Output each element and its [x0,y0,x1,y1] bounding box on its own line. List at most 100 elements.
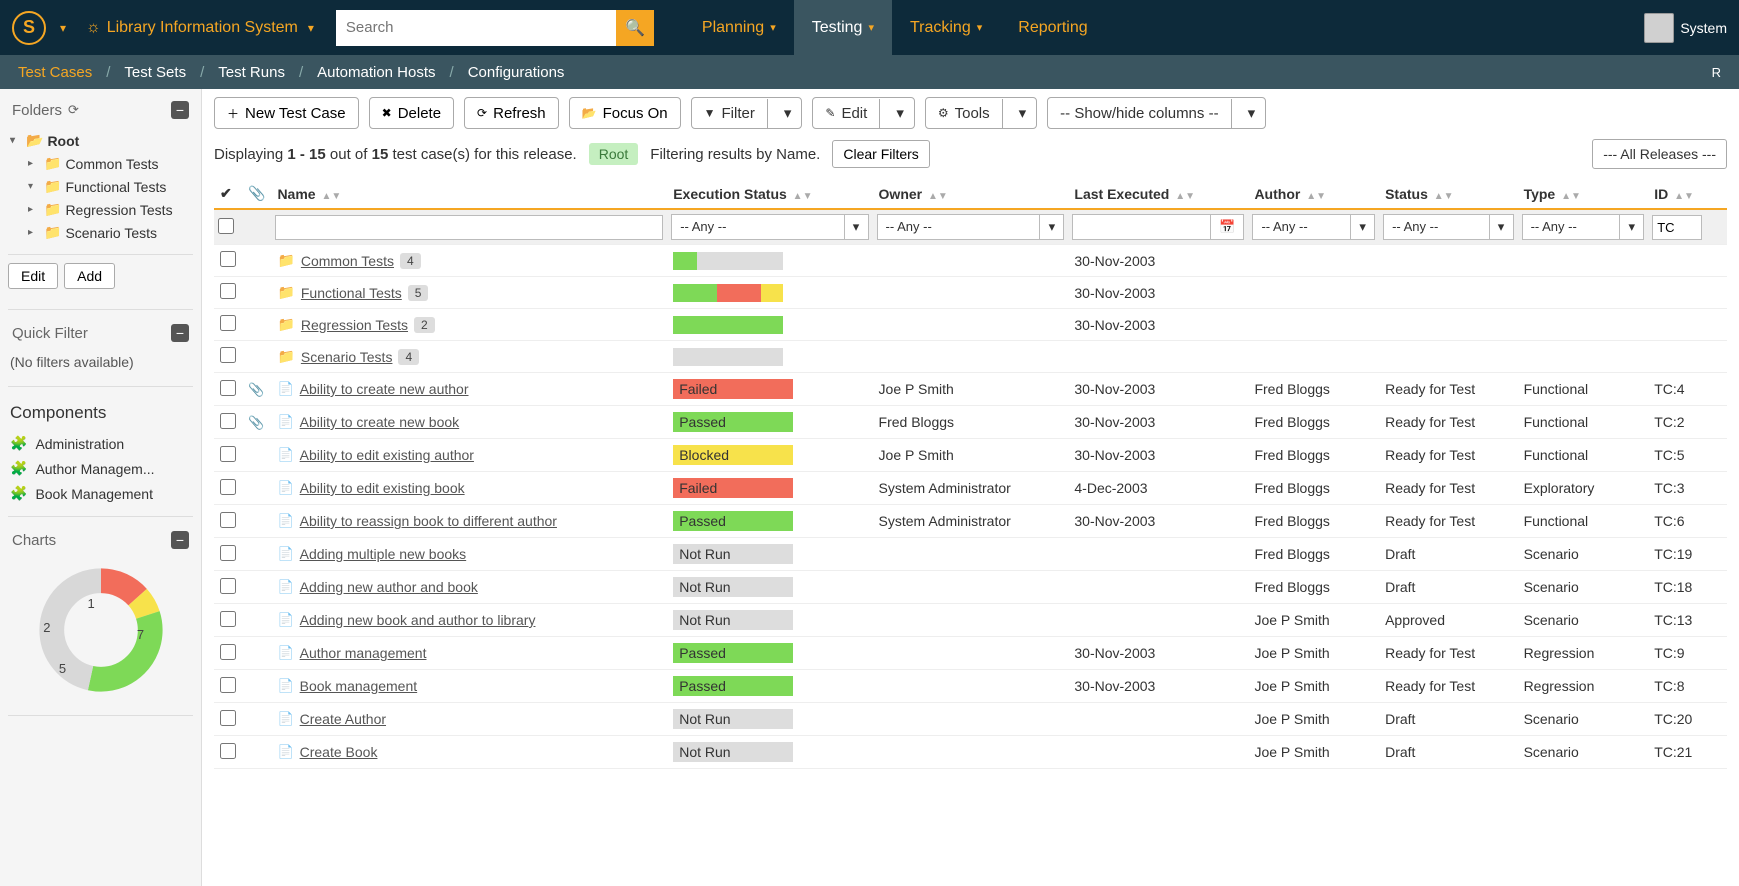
tree-item[interactable]: ▸📁Scenario Tests [10,221,191,244]
row-checkbox[interactable] [220,710,236,726]
owner-filter[interactable]: -- Any --▾ [877,214,1065,240]
tree-root[interactable]: ▾ 📂 Root [10,129,191,152]
nav-reporting[interactable]: Reporting [1000,0,1105,55]
row-name-link[interactable]: Functional Tests [301,285,402,301]
row-name-link[interactable]: Adding new author and book [300,579,478,595]
row-name-link[interactable]: Ability to create new book [300,414,460,430]
row-checkbox[interactable] [220,315,236,331]
subnav-test-runs[interactable]: Test Runs [218,64,285,81]
row-name-link[interactable]: Adding new book and author to library [300,612,536,628]
last-exec-filter[interactable]: 📅 [1072,214,1244,240]
tree-item[interactable]: ▸📁Regression Tests [10,198,191,221]
col-name[interactable]: Name ▲▼ [271,179,667,209]
table-row[interactable]: 📄Adding multiple new booksNot RunFred Bl… [214,538,1727,571]
chevron-down-icon[interactable]: ▾ [1009,98,1037,128]
row-name-link[interactable]: Ability to reassign book to different au… [300,513,557,529]
row-name-link[interactable]: Ability to edit existing author [300,447,474,463]
nav-planning[interactable]: Planning ▾ [684,0,794,55]
table-row[interactable]: 📁Regression Tests 230-Nov-2003 [214,309,1727,341]
table-row[interactable]: 📄Book managementPassed30-Nov-2003Joe P S… [214,670,1727,703]
search-button[interactable]: 🔍 [616,10,654,46]
refresh-button[interactable]: ⟳Refresh [464,97,559,129]
col-status[interactable]: Status ▲▼ [1379,179,1517,209]
collapse-icon[interactable]: − [171,324,189,342]
row-checkbox[interactable] [220,611,236,627]
table-row[interactable]: 📄Ability to edit existing authorBlockedJ… [214,439,1727,472]
release-selector[interactable]: --- All Releases --- [1592,139,1727,169]
edit-folder-button[interactable]: Edit [8,263,58,289]
component-item[interactable]: 🧩Administration [8,431,193,456]
row-name-link[interactable]: Author management [300,645,427,661]
focus-on-button[interactable]: 📂Focus On [569,97,681,129]
id-filter-input[interactable] [1652,215,1702,240]
folder-pill[interactable]: Root [589,143,639,165]
delete-button[interactable]: ✖Delete [369,97,454,129]
table-row[interactable]: 📁Scenario Tests 4 [214,341,1727,373]
row-checkbox[interactable] [220,251,236,267]
row-checkbox[interactable] [220,644,236,660]
table-row[interactable]: 📁Functional Tests 530-Nov-2003 [214,277,1727,309]
col-type[interactable]: Type ▲▼ [1518,179,1649,209]
refresh-icon[interactable]: ⟳ [68,102,79,118]
user-menu[interactable]: System [1644,13,1727,43]
table-row[interactable]: 📄Create BookNot RunJoe P SmithDraftScena… [214,736,1727,769]
table-row[interactable]: 📄Author managementPassed30-Nov-2003Joe P… [214,637,1727,670]
table-row[interactable]: 📄Create AuthorNot RunJoe P SmithDraftSce… [214,703,1727,736]
col-last-executed[interactable]: Last Executed ▲▼ [1068,179,1248,209]
row-checkbox[interactable] [220,347,236,363]
chevron-down-icon[interactable]: ▾ [886,98,914,128]
edit-button[interactable]: ✎Edit▾ [812,97,914,129]
row-checkbox[interactable] [220,446,236,462]
row-name-link[interactable]: Book management [300,678,418,694]
type-filter[interactable]: -- Any --▾ [1522,214,1645,240]
row-name-link[interactable]: Create Book [300,744,378,760]
row-checkbox[interactable] [220,413,236,429]
tree-item[interactable]: ▾📁Functional Tests [10,175,191,198]
exec-filter[interactable]: -- Any --▾ [671,214,868,240]
table-row[interactable]: 📎📄Ability to create new bookPassedFred B… [214,406,1727,439]
nav-tracking[interactable]: Tracking ▾ [892,0,1000,55]
add-folder-button[interactable]: Add [64,263,115,289]
row-checkbox[interactable] [220,578,236,594]
col-id[interactable]: ID ▲▼ [1648,179,1727,209]
app-logo[interactable]: S [12,11,46,45]
row-name-link[interactable]: Common Tests [301,253,394,269]
collapse-icon[interactable]: − [171,531,189,549]
component-item[interactable]: 🧩Author Managem... [8,456,193,481]
table-row[interactable]: 📄Adding new author and bookNot RunFred B… [214,571,1727,604]
row-checkbox[interactable] [220,283,236,299]
subnav-test-cases[interactable]: Test Cases [18,64,92,81]
col-author[interactable]: Author ▲▼ [1248,179,1379,209]
new-test-case-button[interactable]: ＋New Test Case [214,97,359,129]
row-checkbox[interactable] [220,512,236,528]
row-checkbox[interactable] [220,743,236,759]
workspace-chevron-icon[interactable]: ▾ [60,21,66,35]
tools-button[interactable]: ⚙Tools▾ [925,97,1037,129]
table-row[interactable]: 📎📄Ability to create new authorFailedJoe … [214,373,1727,406]
tree-item[interactable]: ▸📁Common Tests [10,152,191,175]
clear-filters-button[interactable]: Clear Filters [832,140,929,168]
search-input[interactable] [336,10,616,46]
subnav-automation-hosts[interactable]: Automation Hosts [317,64,435,81]
row-checkbox[interactable] [220,479,236,495]
author-filter[interactable]: -- Any --▾ [1252,214,1375,240]
nav-testing[interactable]: Testing ▾ [794,0,892,55]
subnav-configurations[interactable]: Configurations [468,64,565,81]
name-filter-input[interactable] [275,215,663,240]
subnav-test-sets[interactable]: Test Sets [124,64,186,81]
component-item[interactable]: 🧩Book Management [8,481,193,506]
row-name-link[interactable]: Create Author [300,711,386,727]
show-hide-columns[interactable]: -- Show/hide columns --▾ [1047,97,1266,129]
table-row[interactable]: 📄Ability to reassign book to different a… [214,505,1727,538]
row-name-link[interactable]: Adding multiple new books [300,546,467,562]
col-owner[interactable]: Owner ▲▼ [873,179,1069,209]
row-name-link[interactable]: Ability to create new author [300,381,469,397]
row-checkbox[interactable] [220,677,236,693]
chevron-down-icon[interactable]: ▾ [774,98,802,128]
row-checkbox[interactable] [220,380,236,396]
row-name-link[interactable]: Ability to edit existing book [300,480,465,496]
row-name-link[interactable]: Regression Tests [301,317,408,333]
table-row[interactable]: 📄Ability to edit existing bookFailedSyst… [214,472,1727,505]
chevron-down-icon[interactable]: ▾ [1238,98,1266,128]
status-filter[interactable]: -- Any --▾ [1383,214,1513,240]
